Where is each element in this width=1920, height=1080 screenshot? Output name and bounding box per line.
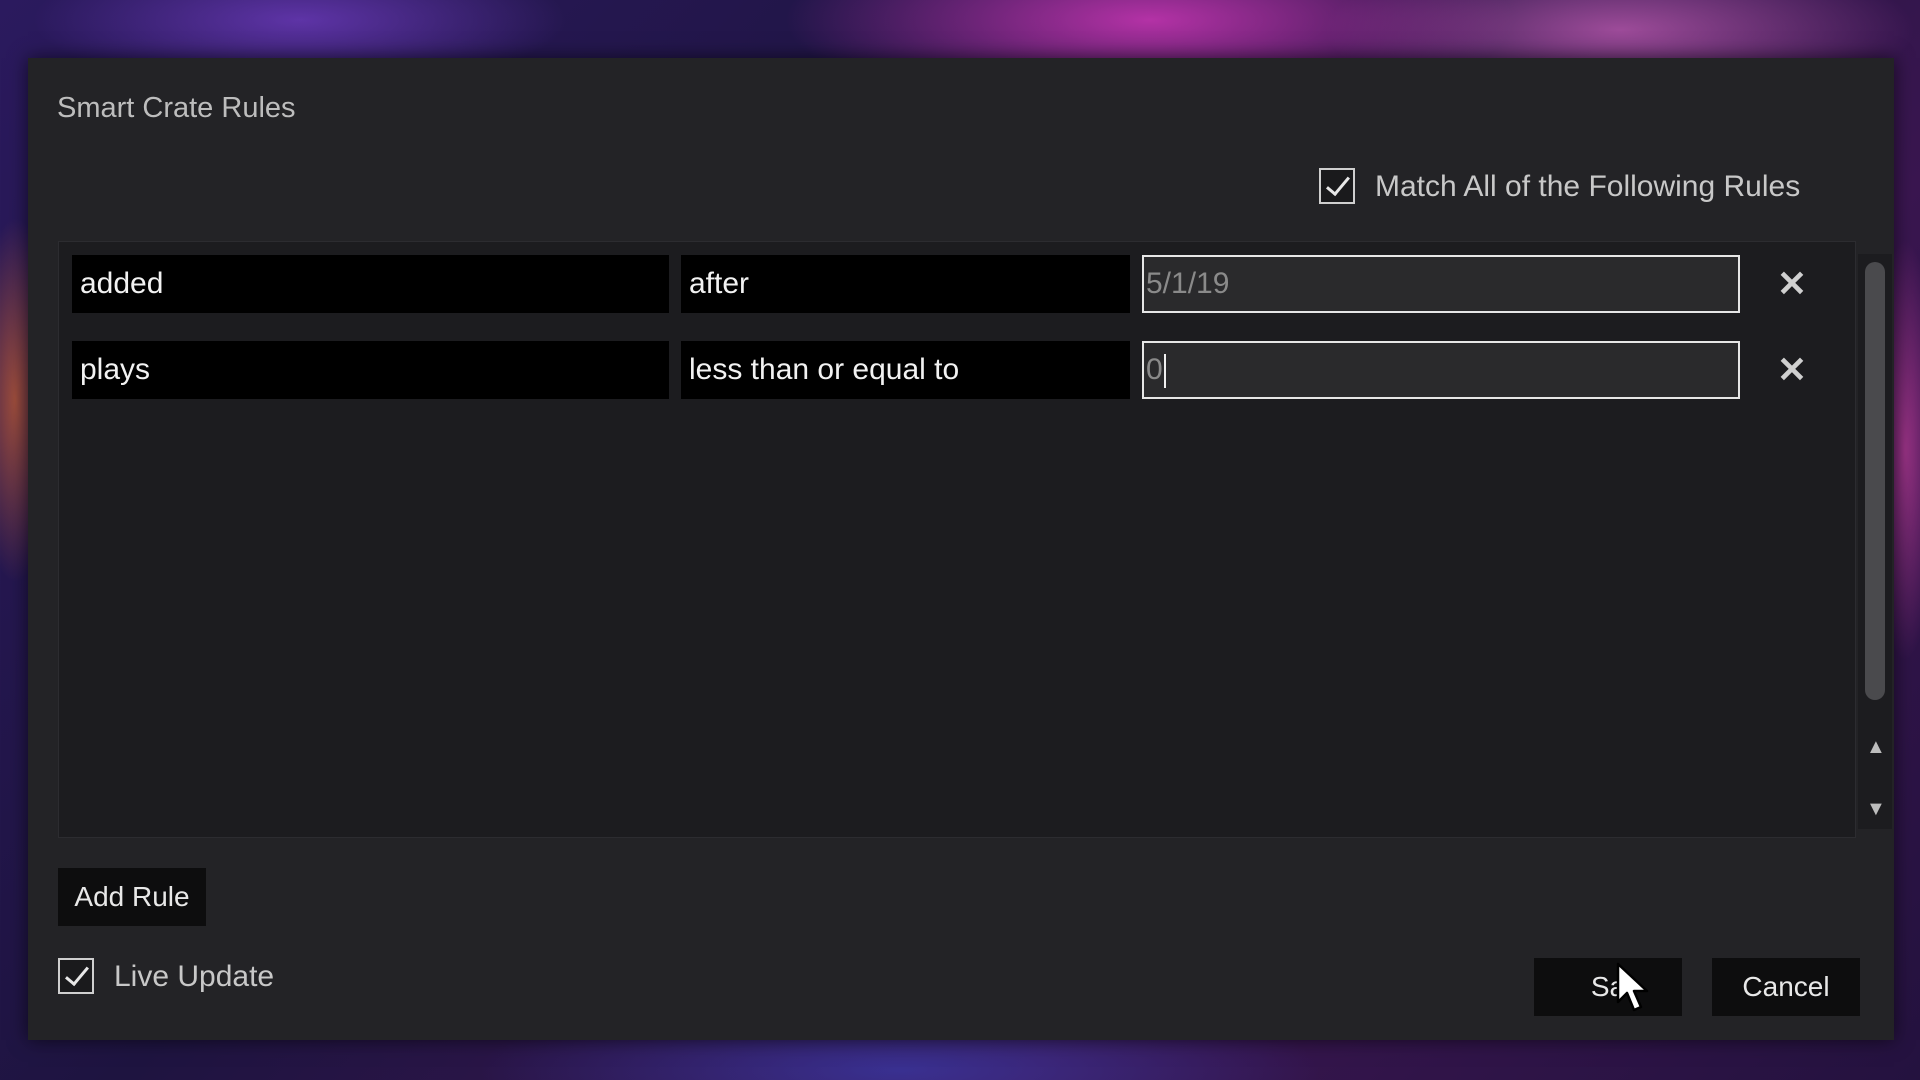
- mouse-pointer-icon: [1616, 962, 1649, 1012]
- live-update-label: Live Update: [114, 960, 275, 993]
- match-all-label: Match All of the Following Rules: [1375, 170, 1801, 203]
- add-rule-button[interactable]: Add Rule: [58, 868, 206, 926]
- rule-value-input[interactable]: 0: [1142, 341, 1740, 399]
- rule-operator-select[interactable]: less than or equal to: [681, 341, 1130, 399]
- cancel-button[interactable]: Cancel: [1712, 958, 1860, 1016]
- rule-value-input[interactable]: 5/1/19: [1142, 255, 1740, 313]
- rule-value-text: 0: [1146, 353, 1163, 386]
- rules-list: added after 5/1/19 ✕ plays less than or …: [58, 241, 1856, 838]
- triangle-down-icon[interactable]: ▼: [1866, 799, 1886, 819]
- live-update-checkbox[interactable]: [58, 958, 94, 994]
- close-icon[interactable]: ✕: [1772, 350, 1812, 390]
- rules-scrollbar[interactable]: ▲ ▼: [1858, 254, 1892, 829]
- dialog-title: Smart Crate Rules: [57, 92, 296, 124]
- rule-operator-select[interactable]: after: [681, 255, 1130, 313]
- smart-crate-rules-dialog: Smart Crate Rules Match All of the Follo…: [28, 58, 1894, 1040]
- text-caret: [1163, 354, 1166, 389]
- rule-field-select[interactable]: added: [72, 255, 669, 313]
- rule-value-text: 5/1/19: [1146, 267, 1230, 300]
- close-icon[interactable]: ✕: [1772, 264, 1812, 304]
- save-button[interactable]: Sa: [1534, 958, 1682, 1016]
- scrollbar-thumb[interactable]: [1865, 262, 1885, 700]
- triangle-up-icon[interactable]: ▲: [1866, 737, 1886, 757]
- rule-field-select[interactable]: plays: [72, 341, 669, 399]
- match-all-checkbox[interactable]: [1319, 168, 1355, 204]
